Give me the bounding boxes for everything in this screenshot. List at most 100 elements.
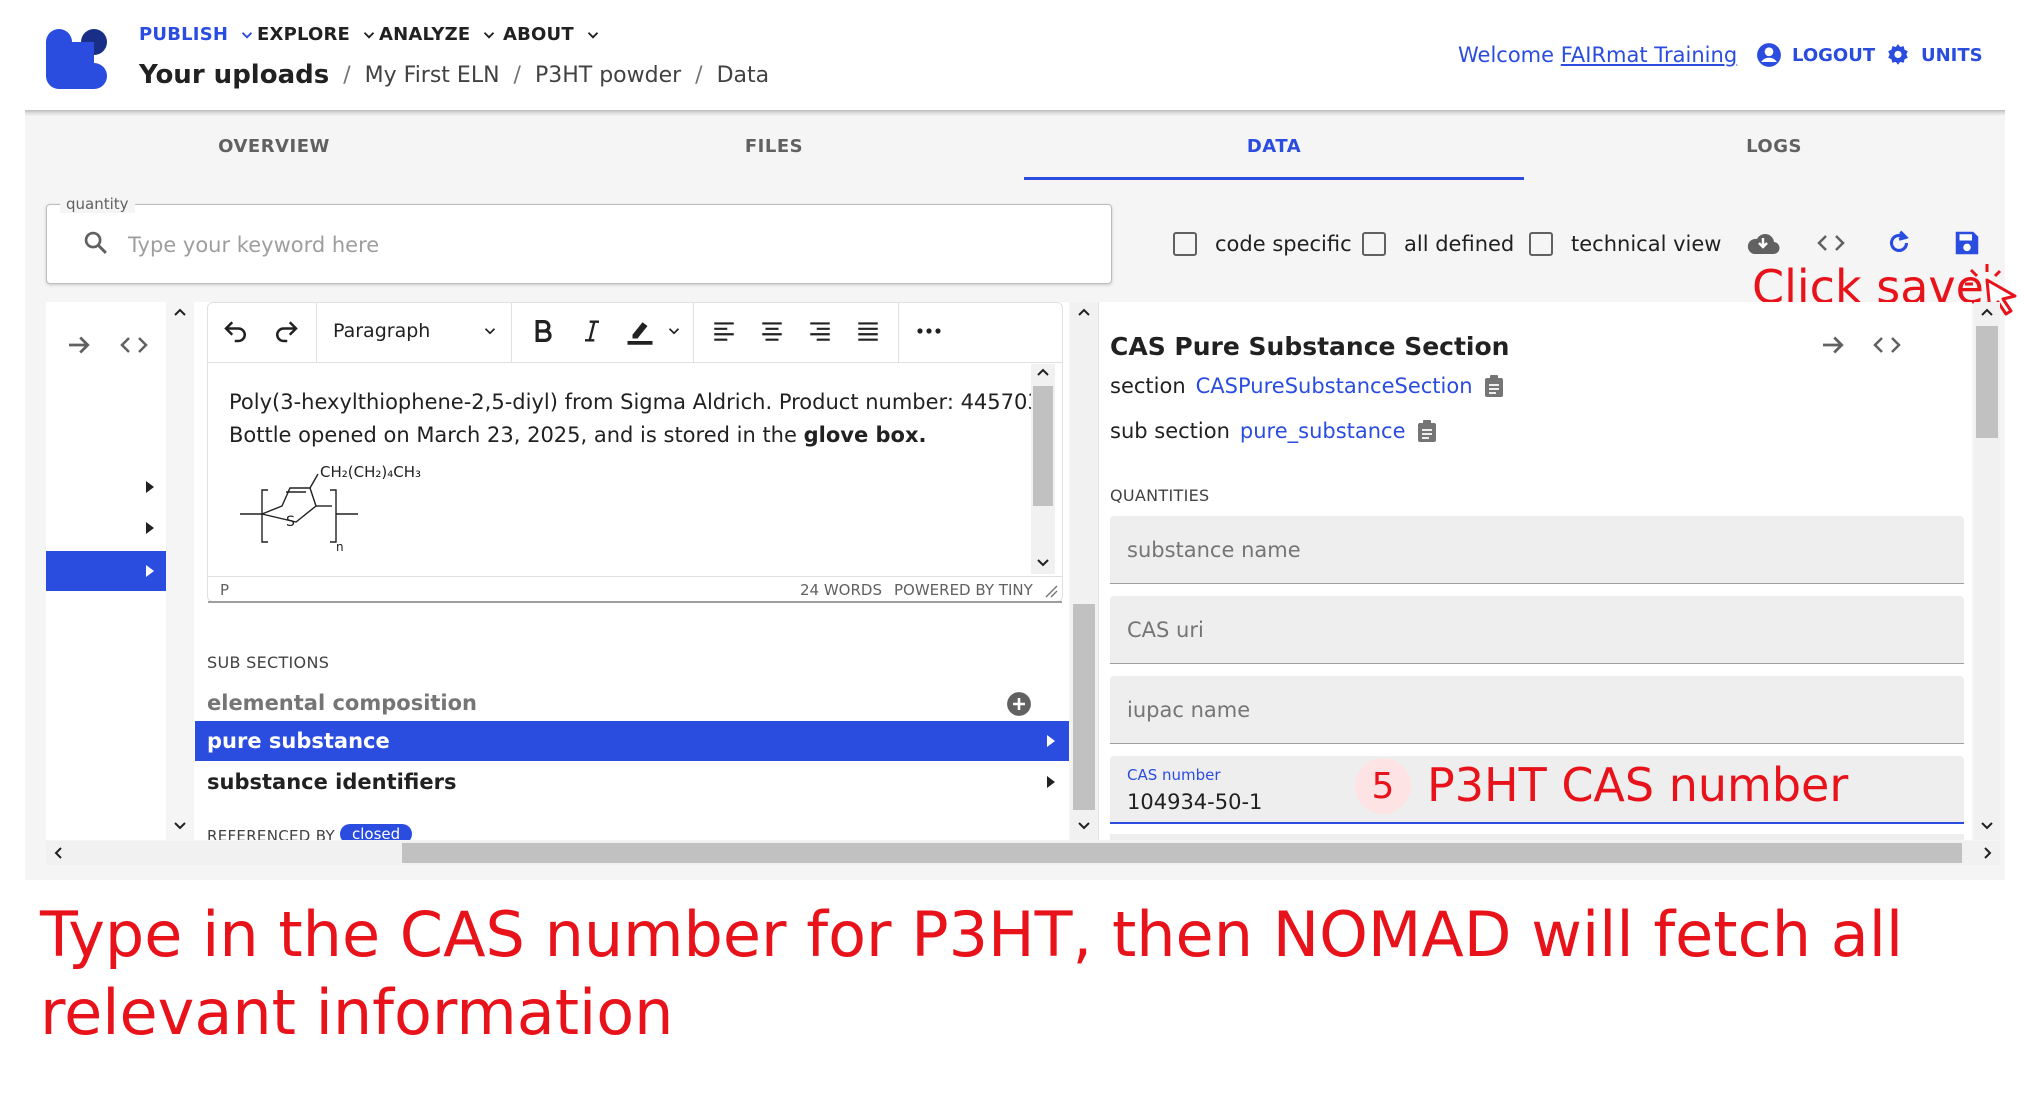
chevron-up-icon[interactable] (1076, 304, 1092, 320)
filter-all-defined[interactable]: all defined (1362, 232, 1514, 256)
app-bar-shadow (25, 110, 2005, 116)
align-center-icon[interactable] (758, 318, 786, 344)
chevron-right-icon[interactable] (1980, 845, 1996, 861)
left-nav-selected-row[interactable] (46, 551, 166, 591)
chevron-down-icon[interactable] (1035, 555, 1051, 571)
middle-scroll-thumb[interactable] (1073, 604, 1095, 810)
chevron-down-icon (484, 328, 496, 335)
referenced-by-row: REFERENCED BY closed (194, 824, 1069, 840)
checkbox-box[interactable] (1362, 232, 1386, 256)
subsection-label: elemental composition (207, 691, 478, 715)
cas-number-annotation: P3HT CAS number (1427, 758, 1849, 812)
left-scrollbar[interactable] (168, 302, 192, 840)
user-name-link[interactable]: FAIRmat Training (1561, 43, 1737, 67)
nav-explore[interactable]: EXPLORE (257, 24, 378, 45)
chevron-down-icon[interactable] (1076, 818, 1092, 834)
next-field-edge (1110, 834, 1964, 840)
search-icon (84, 231, 107, 254)
logout-button[interactable]: LOGOUT (1756, 42, 1875, 68)
breadcrumb-root[interactable]: Your uploads (139, 60, 329, 90)
chevron-up-icon[interactable] (1979, 304, 1995, 320)
checkbox-box[interactable] (1529, 232, 1553, 256)
align-left-icon[interactable] (710, 318, 738, 344)
breadcrumb-separator: / (513, 62, 521, 88)
nav-about[interactable]: ABOUT (503, 24, 602, 45)
nomad-logo[interactable] (44, 28, 110, 92)
nav-analyze-label: ANALYZE (379, 24, 471, 45)
subsection-def-link[interactable]: pure_substance (1240, 419, 1406, 443)
tab-logs[interactable]: LOGS (1524, 136, 2024, 157)
units-button[interactable]: UNITS (1885, 42, 1983, 68)
filter-label: all defined (1404, 232, 1515, 256)
cas-uri-field[interactable]: CAS uri (1110, 596, 1964, 664)
more-icon[interactable] (914, 318, 944, 344)
resize-handle-icon[interactable] (1044, 584, 1058, 598)
align-justify-icon[interactable] (854, 318, 882, 344)
substance-name-field[interactable]: substance name (1110, 516, 1964, 584)
editor-scroll-thumb[interactable] (1033, 386, 1053, 506)
nav-publish[interactable]: PUBLISH (139, 24, 256, 45)
chevron-left-icon[interactable] (50, 845, 66, 861)
tab-indicator (1024, 177, 1524, 180)
chevron-down-icon[interactable] (665, 322, 683, 340)
chevron-down-icon[interactable] (172, 818, 188, 834)
breadcrumb-item[interactable]: My First ELN (365, 63, 500, 88)
italic-icon[interactable] (578, 317, 606, 345)
clipboard-icon[interactable] (1416, 419, 1438, 443)
subsection-pure-substance[interactable]: pure substance (195, 721, 1069, 761)
breadcrumb-item[interactable]: Data (717, 63, 770, 88)
tab-files[interactable]: FILES (524, 136, 1024, 157)
account-circle-icon (1757, 43, 1781, 67)
nav-publish-label: PUBLISH (139, 24, 229, 45)
status-path: P (220, 581, 230, 599)
p3ht-structure-image: CH₂(CH₂)₄CH₃ S n (238, 463, 468, 562)
block-format-select[interactable]: Paragraph (333, 320, 499, 342)
tab-data[interactable]: DATA (1024, 136, 1524, 157)
filter-technical-view[interactable]: technical view (1529, 232, 1721, 256)
caret-right-icon[interactable] (143, 478, 157, 496)
arrow-right-icon[interactable] (1818, 330, 1848, 360)
chevron-up-icon[interactable] (1035, 364, 1051, 380)
arrow-right-icon[interactable] (64, 330, 94, 360)
code-icon[interactable] (1871, 332, 1903, 358)
editor-content[interactable]: Poly(3-hexylthiophene-2,5-diyl) from Sig… (229, 386, 1041, 452)
subsection-elemental-composition[interactable]: elemental composition (195, 683, 1069, 723)
right-scroll-thumb[interactable] (1976, 326, 1998, 438)
align-right-icon[interactable] (806, 318, 834, 344)
referenced-by-label: REFERENCED BY (207, 827, 335, 840)
search-input[interactable] (128, 230, 1028, 260)
welcome-prefix: Welcome (1458, 43, 1555, 67)
nav-analyze[interactable]: ANALYZE (379, 24, 498, 45)
referenced-by-chip[interactable]: closed (340, 824, 413, 840)
molecule-sulfur-label: S (286, 514, 295, 530)
bold-icon[interactable] (529, 317, 557, 345)
add-circle-icon[interactable] (1006, 691, 1032, 717)
status-word-count: 24 WORDS (800, 581, 882, 599)
code-icon[interactable] (118, 332, 150, 358)
checkbox-box[interactable] (1173, 232, 1197, 256)
editor-status-bar: P 24 WORDS POWERED BY TINY (208, 576, 1062, 602)
iupac-name-field[interactable]: iupac name (1110, 676, 1964, 744)
chevron-down-icon[interactable] (1979, 818, 1995, 834)
section-def-link[interactable]: CASPureSubstanceSection (1196, 374, 1473, 398)
clipboard-icon[interactable] (1483, 374, 1505, 398)
breadcrumb-item[interactable]: P3HT powder (535, 63, 681, 88)
cloud-download-icon[interactable] (1746, 228, 1780, 258)
editor-line-2: Bottle opened on March 23, 2025, and is … (229, 419, 1041, 452)
code-icon[interactable] (1815, 230, 1847, 256)
horizontal-scroll-thumb[interactable] (402, 843, 1962, 863)
status-powered-by[interactable]: POWERED BY TINY (894, 581, 1033, 599)
subsection-substance-identifiers[interactable]: substance identifiers (195, 762, 1069, 802)
block-format-label: Paragraph (333, 320, 431, 342)
highlight-icon[interactable] (624, 316, 656, 346)
caret-right-icon (1047, 735, 1055, 747)
cas-number-value: 104934-50-1 (1127, 790, 1263, 814)
caret-right-icon[interactable] (143, 519, 157, 537)
undo-icon[interactable] (221, 316, 251, 346)
reload-icon[interactable] (1884, 228, 1914, 258)
redo-icon[interactable] (271, 316, 301, 346)
tab-overview[interactable]: OVERVIEW (24, 136, 524, 157)
filter-code-specific[interactable]: code specific (1173, 232, 1352, 256)
save-icon[interactable] (1952, 228, 1982, 258)
chevron-up-icon[interactable] (172, 304, 188, 320)
